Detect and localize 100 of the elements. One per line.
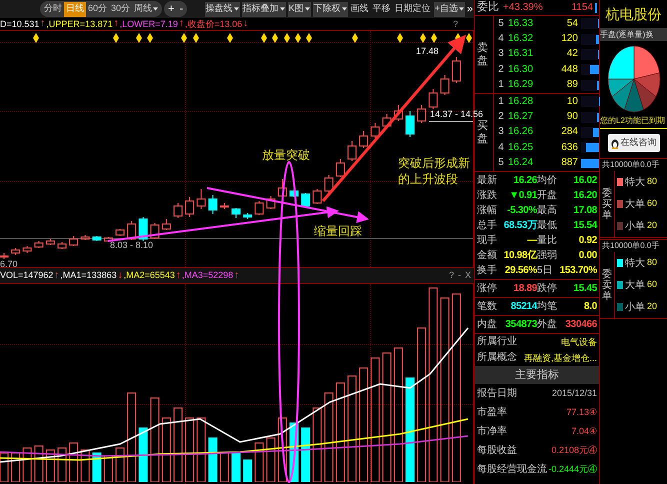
view-tab[interactable]: 分时 [42,2,64,16]
indicator-value: 2015/12/31 [552,389,597,398]
panel-control-button[interactable]: ? [448,271,454,280]
legend-value: 80 [647,256,658,270]
chart-annotation: 放量突破 [262,147,310,163]
legend-label: 小单 [625,220,645,234]
order-book-side-label: 卖盘 [477,42,489,67]
candlestick [359,130,368,148]
volume-indicator-value: ,MA3=52298 [182,271,234,280]
candlestick [336,158,345,178]
quote-label: 强弱 [537,250,558,260]
panel-tab[interactable]: 手盘(逐单量)换 [600,28,667,41]
quote-label: 均价 [537,176,558,186]
candlestick [452,56,461,84]
candlestick [11,248,20,256]
legend-value: 20 [647,219,658,232]
quote-label: 跌停 [537,284,558,294]
more-button[interactable]: » [466,4,473,14]
candlestick [324,174,334,194]
order-level-number: 4 [497,142,505,153]
quote-label: 最新 [477,176,498,186]
quote-label: 最高 [537,206,558,216]
toolbar-button[interactable]: 指标叠加 [242,2,286,16]
candlestick [301,192,310,208]
quote-value: 15.54 [573,220,597,230]
quote-label: 外盘 [537,320,558,330]
candlestick [428,88,438,110]
order-price: 16.25 [508,142,534,153]
quote-value: 153.70% [560,266,597,276]
quote-label: 金额 [477,250,498,260]
legend-label: 特大 [625,256,645,270]
order-level-number: 2 [497,112,505,122]
legend-label: 小单 [625,300,645,314]
quote-label: 内盘 [477,320,498,330]
candlestick [138,216,148,242]
quote-label: 均笔 [537,302,558,312]
indicator-label: 每股经营现金流 [477,464,547,474]
order-volume: 636 [560,142,578,153]
candlestick [394,104,403,122]
candlestick [208,194,218,214]
order-price: 16.27 [508,112,534,122]
candlestick [34,240,44,248]
quote-label: 开盘 [537,190,558,200]
legend-label: 大单 [625,278,645,292]
order-price: 16.24 [508,158,534,168]
order-price: 16.33 [508,18,534,29]
candlestick [406,110,414,138]
quote-label: 量比 [537,236,558,246]
order-volume: 90 [566,112,578,122]
quote-value: 16.02 [573,176,597,186]
price-label: 6.70 [0,260,18,269]
candlestick [58,242,66,250]
indicator-value: D=10.531 [0,20,40,28]
candlestick [69,236,78,246]
trend-arrow: ↑ [114,19,119,29]
zoom-button[interactable]: + [168,4,174,14]
toolbar-button[interactable]: 平移 [372,2,392,16]
candlestick [196,188,206,210]
toolbar-button[interactable]: 画线 [350,2,370,16]
help-button[interactable]: ? [452,20,458,28]
toolbar-button[interactable]: 下除权 [312,2,348,16]
price-label: 17.48 [416,47,439,56]
toolbar-button[interactable]: K图 [288,2,311,16]
quote-value: 85214 [510,302,537,312]
quote-value: 16.20 [573,190,597,200]
order-summary-header: 共10000单0.0手 [601,240,660,252]
order-volume: 54 [566,18,578,29]
view-tab[interactable]: 30分 [109,2,132,16]
indicator-label: 市盈率 [477,408,507,418]
order-level-number: 1 [497,80,505,90]
quote-label: 5日 [537,266,554,276]
toolbar-button[interactable]: 操盘线 [204,2,240,16]
quote-value: 354873 [505,320,537,330]
quote-value: 0.00 [578,250,597,260]
quote-label: 涨跌 [477,190,498,200]
consult-button[interactable]: 在线咨询 [608,134,660,152]
toolbar-button[interactable]: +自选 [434,2,465,16]
quote-value: 8.0 [584,302,597,312]
panel-control-button[interactable]: X [464,271,471,280]
view-tab[interactable]: 60分 [86,2,110,16]
zoom-button[interactable]: - [179,4,184,14]
quote-value: ▼0.91 [509,190,537,200]
quote-value: -5.30% [507,206,537,216]
panel-control-button[interactable]: - [458,271,461,280]
quote-label: 涨停 [477,284,498,294]
info-value: 电气设备 [561,338,597,346]
candlestick [162,218,171,230]
quote-label: 委比 [477,2,500,13]
quote-value: 1154 [570,2,593,12]
quote-value: 16.26 [513,176,537,186]
legend-value: 60 [647,278,658,292]
view-tab[interactable]: 周线 [132,2,160,16]
trend-arrow: ↑ [176,270,181,280]
notice-text: 您的L2功能已到期 [600,117,667,129]
indicator-label: 市净率 [477,426,507,436]
quote-value: 330466 [565,320,597,330]
indicator-value: ,UPPER=13.871 [46,20,113,28]
quote-value: 29.56% [504,266,537,276]
quote-label: 现手 [477,236,498,246]
toolbar-button[interactable]: 日期定位 [394,2,432,16]
